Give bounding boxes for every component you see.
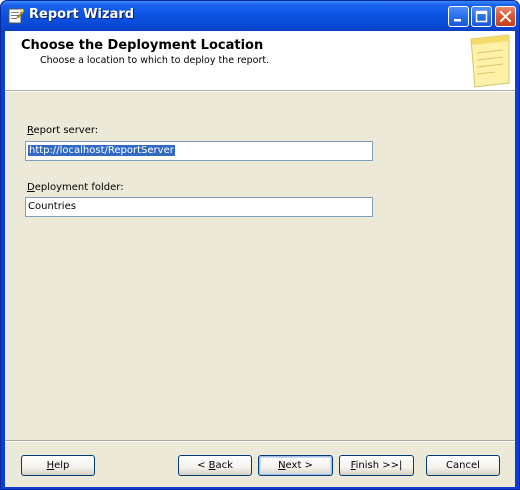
maximize-icon	[475, 10, 488, 23]
back-button[interactable]: < Back	[178, 455, 252, 476]
title-bar[interactable]: Report Wizard	[1, 1, 519, 31]
page-title: Choose the Deployment Location	[21, 38, 264, 53]
window-title: Report Wizard	[29, 7, 135, 22]
dialog-body: Choose the Deployment Location Choose a …	[5, 31, 515, 487]
minimize-icon	[454, 19, 461, 22]
deployment-folder-value: Countries	[28, 201, 76, 212]
report-server-value: http://localhost/ReportServer	[28, 145, 175, 156]
finish-button[interactable]: Finish >>|	[339, 455, 414, 476]
minimize-button[interactable]	[448, 6, 469, 27]
deployment-folder-label: Deployment folder:	[27, 182, 124, 193]
help-button[interactable]: Help	[21, 455, 95, 476]
wizard-icon	[8, 8, 24, 24]
page-subtitle: Choose a location to which to deploy the…	[40, 55, 270, 66]
notepad-icon	[470, 34, 510, 88]
report-server-input[interactable]: http://localhost/ReportServer	[25, 141, 373, 161]
button-separator	[5, 440, 515, 442]
report-server-label: Report server:	[27, 125, 99, 136]
next-button[interactable]: Next >	[258, 455, 333, 476]
close-button[interactable]	[495, 6, 516, 27]
close-icon	[499, 10, 512, 23]
wizard-header: Choose the Deployment Location Choose a …	[5, 31, 515, 91]
cancel-button[interactable]: Cancel	[426, 455, 500, 476]
maximize-button[interactable]	[471, 6, 492, 27]
report-wizard-window: Report Wizard Choose the Deployment Loca…	[0, 0, 520, 490]
deployment-folder-input[interactable]: Countries	[25, 197, 373, 217]
